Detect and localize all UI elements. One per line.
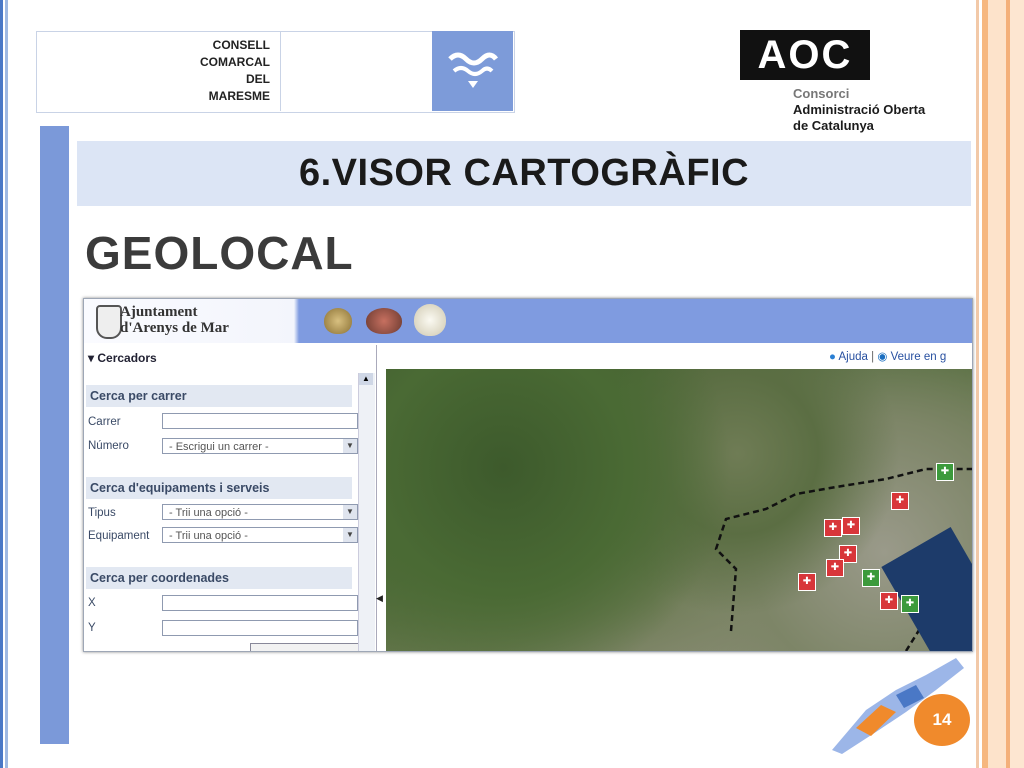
site-title-line2: d'Arenys de Mar — [120, 320, 229, 336]
map-marker-icon[interactable]: ✚ — [880, 592, 898, 610]
chevron-down-icon: ▼ — [343, 439, 357, 453]
slide-number: 14 — [914, 694, 970, 746]
consell-line1: CONSELL — [212, 38, 270, 52]
x-input[interactable] — [162, 595, 358, 611]
consell-line4: MARESME — [208, 89, 270, 103]
crest-icon — [96, 305, 122, 339]
app-site-title: Ajuntament d'Arenys de Mar — [120, 304, 229, 336]
numero-label: Número — [88, 440, 129, 452]
section-equipment-search: Cerca d'equipaments i serveis — [86, 477, 352, 499]
x-label: X — [88, 597, 96, 609]
numero-select-value: - Escrigui un carrer - — [169, 441, 269, 453]
section-street-search: Cerca per carrer — [86, 385, 352, 407]
satellite-map[interactable]: ✚ ✚ ✚ ✚ ✚ ✚ ✚ ✚ ✚ ✚ — [386, 369, 972, 651]
consell-line2: COMARCAL — [200, 55, 270, 69]
globe-icon: ◉ — [877, 351, 888, 363]
aoc-line3: de Catalunya — [793, 118, 874, 133]
map-marker-icon[interactable]: ✚ — [824, 519, 842, 537]
geolocal-logo: GEOLOCAL — [85, 227, 354, 279]
consell-logo-text: CONSELL COMARCAL DEL MARESME — [190, 37, 270, 105]
chevron-down-icon: ▼ — [343, 528, 357, 542]
tipus-label: Tipus — [88, 507, 116, 519]
y-input[interactable] — [162, 620, 358, 636]
carrer-label: Carrer — [88, 416, 121, 428]
map-marker-icon[interactable]: ✚ — [936, 463, 954, 481]
toolbar-separator: | — [871, 351, 875, 363]
panel-title[interactable]: ▾ Cercadors — [88, 351, 157, 365]
collapse-panel-icon[interactable]: ◀ — [376, 593, 386, 605]
shell-icon-3 — [414, 304, 446, 336]
map-marker-icon[interactable]: ✚ — [901, 595, 919, 613]
map-marker-icon[interactable]: ✚ — [862, 569, 880, 587]
consell-line3: DEL — [246, 72, 270, 86]
equipament-select[interactable]: - Trii una opció - ▼ — [162, 527, 358, 543]
aoc-logo-mark: AOC — [757, 32, 853, 77]
map-marker-icon[interactable]: ✚ — [842, 517, 860, 535]
slide-title: 6.VISOR CARTOGRÀFIC — [298, 152, 750, 194]
help-link[interactable]: Ajuda — [839, 351, 868, 363]
equipament-select-value: - Trii una opció - — [169, 530, 248, 542]
carrer-input[interactable] — [162, 413, 358, 429]
equipament-label: Equipament — [88, 530, 150, 542]
consell-logo-divider — [280, 31, 281, 111]
y-label: Y — [88, 622, 96, 634]
help-icon: ● — [829, 351, 836, 363]
slide-side-bar — [40, 126, 69, 744]
consell-wave-logo — [432, 31, 513, 111]
search-button[interactable] — [250, 643, 372, 651]
site-title-line1: Ajuntament — [120, 304, 198, 320]
slide-left-border — [0, 0, 12, 768]
aoc-line2: Administració Oberta — [793, 102, 926, 117]
scroll-up-icon[interactable]: ▲ — [359, 373, 373, 385]
shell-icon-1 — [324, 308, 352, 334]
app-toolbar-links: ● Ajuda | ◉ Veure en g — [829, 349, 946, 363]
aoc-logo-text: Consorci Administració Oberta de Catalun… — [793, 86, 925, 134]
map-marker-icon[interactable]: ✚ — [798, 573, 816, 591]
tipus-select[interactable]: - Trii una opció - ▼ — [162, 504, 358, 520]
chevron-down-icon: ▼ — [343, 505, 357, 519]
panel-scrollbar[interactable]: ▲ — [358, 373, 375, 651]
shell-icon-2 — [366, 308, 402, 334]
wave-icon — [448, 52, 498, 88]
map-marker-icon[interactable]: ✚ — [891, 492, 909, 510]
app-screenshot: Ajuntament d'Arenys de Mar ● Ajuda | ◉ V… — [83, 298, 973, 652]
slide-right-border — [976, 0, 1024, 768]
section-coordinate-search: Cerca per coordenades — [86, 567, 352, 589]
numero-select[interactable]: - Escrigui un carrer - ▼ — [162, 438, 358, 454]
aoc-line1: Consorci — [793, 86, 850, 101]
tipus-select-value: - Trii una opció - — [169, 507, 248, 519]
map-marker-icon[interactable]: ✚ — [826, 559, 844, 577]
view-link[interactable]: Veure en g — [891, 351, 947, 363]
